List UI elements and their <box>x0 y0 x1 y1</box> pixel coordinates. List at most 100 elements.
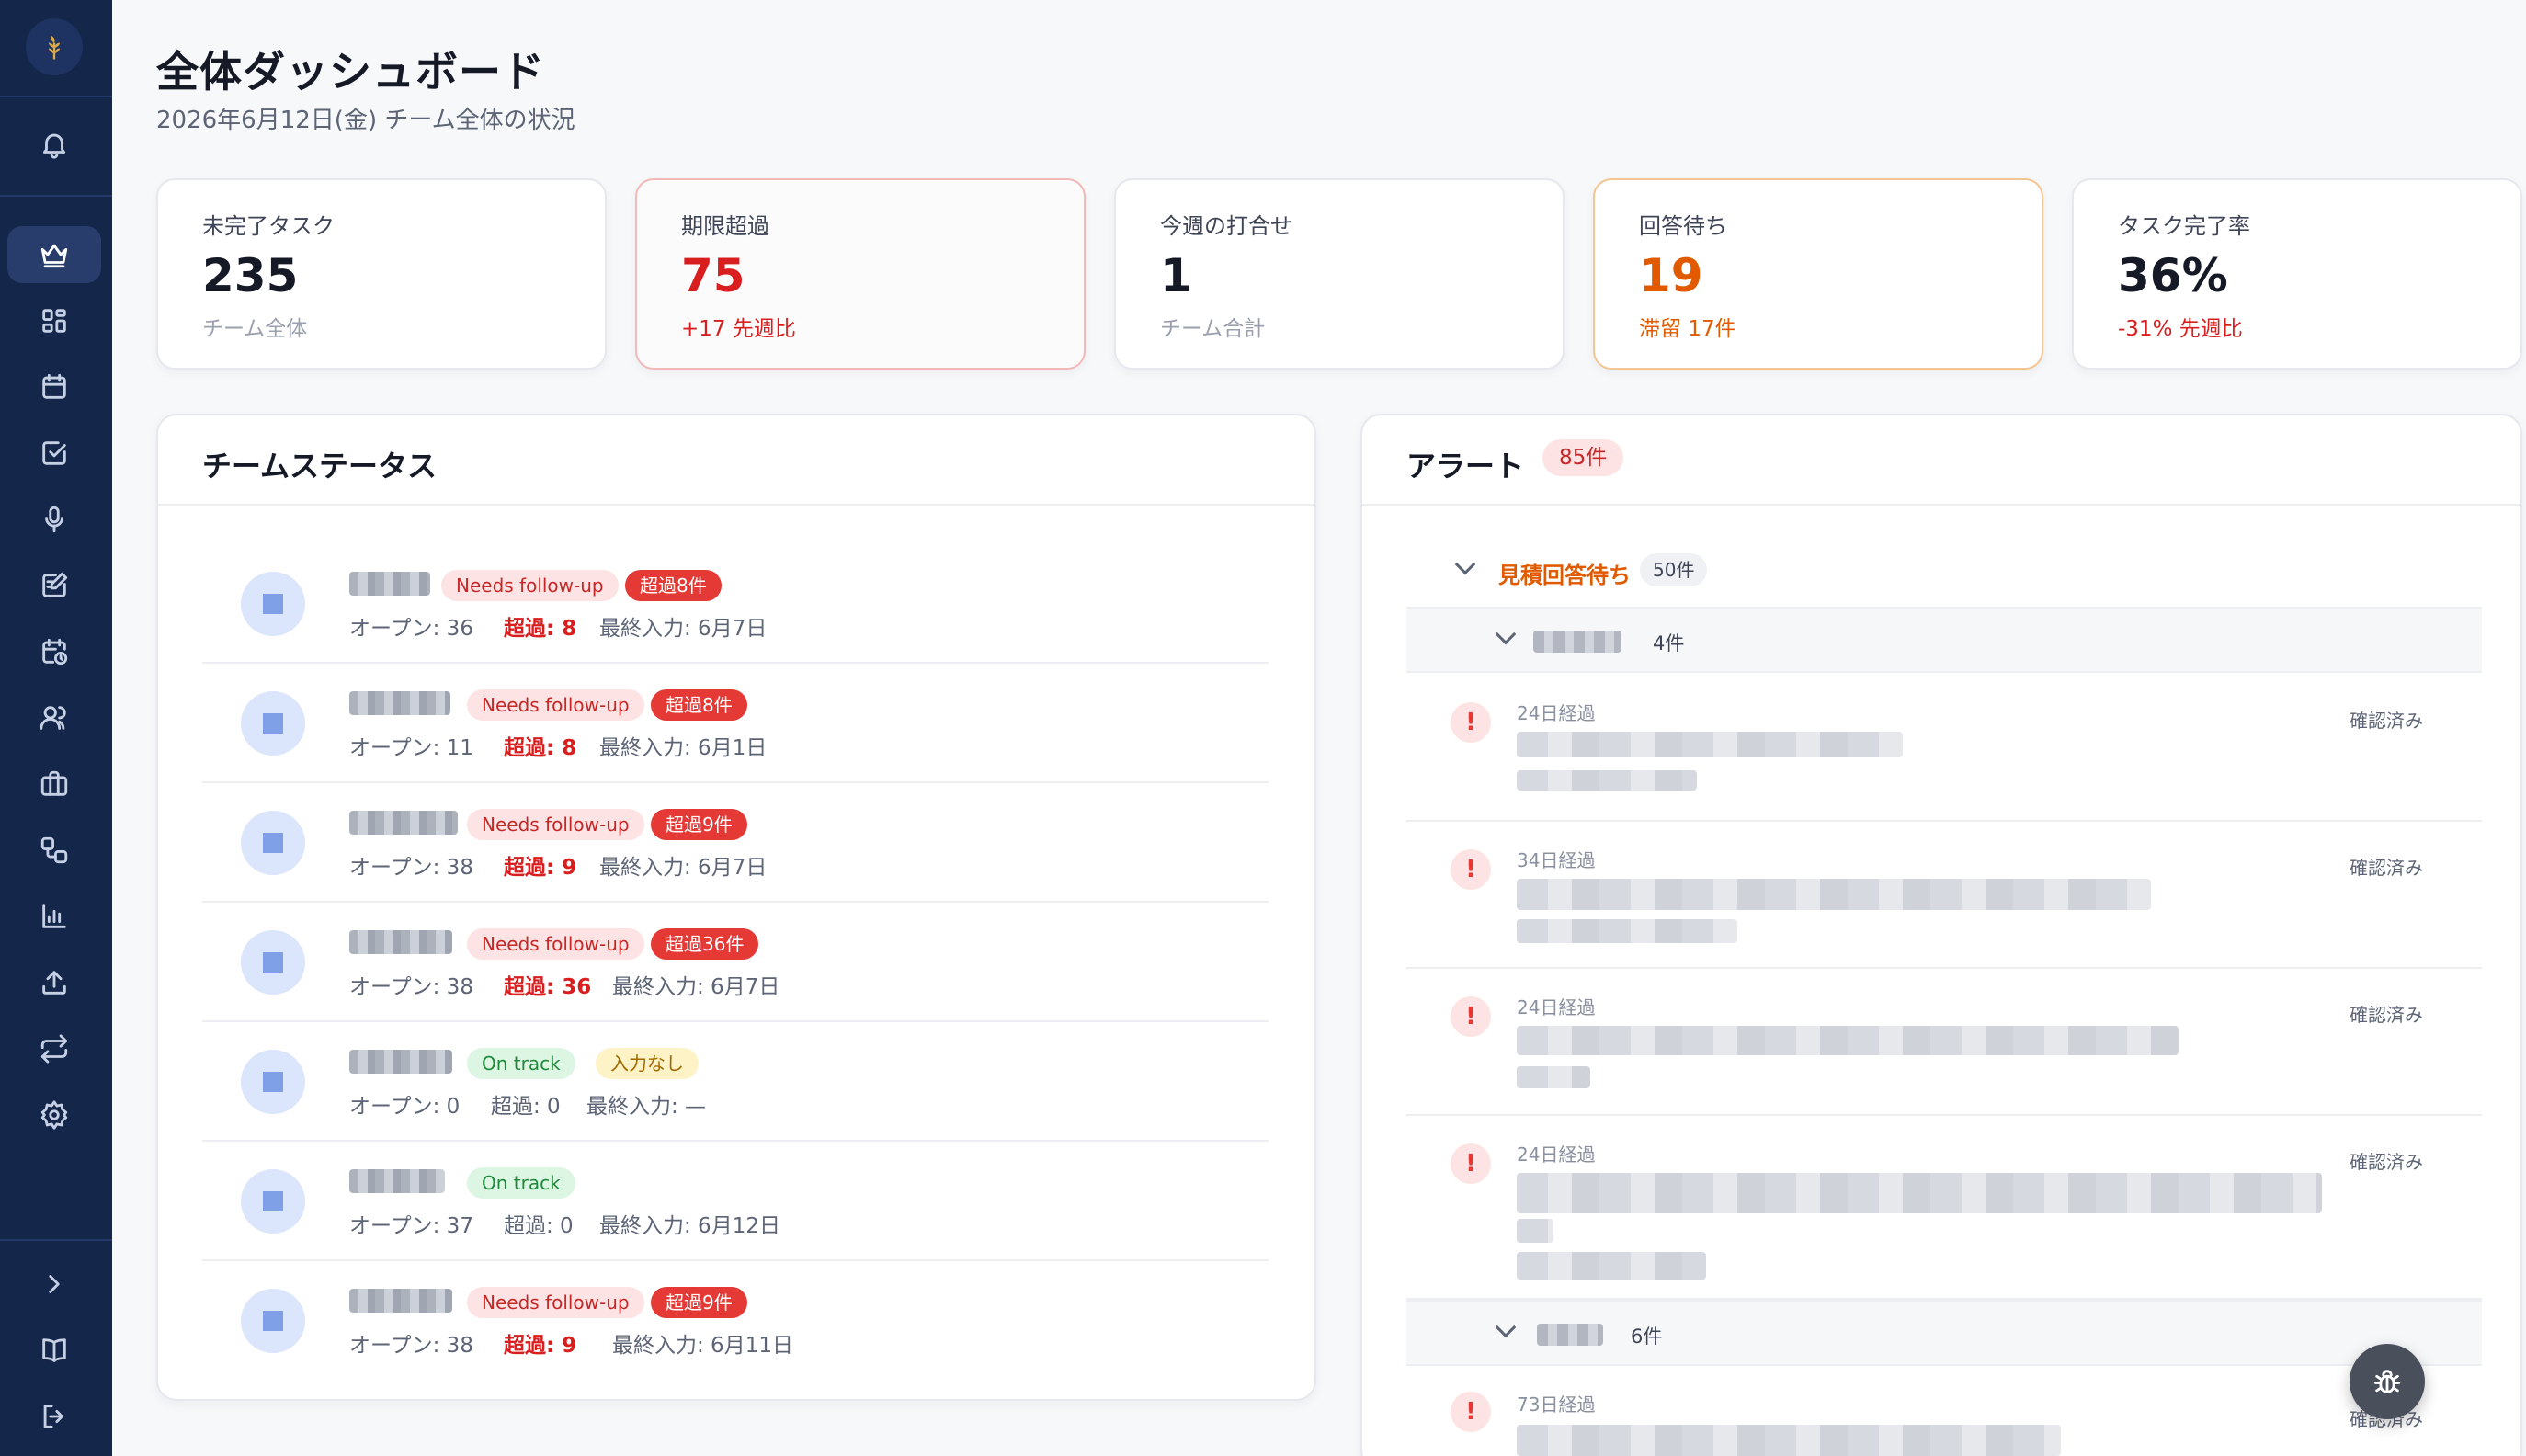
checkbox-icon <box>42 441 66 465</box>
calendar-icon <box>42 373 66 399</box>
last-input: 最終入力: 6月7日 <box>612 975 780 999</box>
stat-label: 今週の打合せ <box>1160 213 1292 239</box>
sidebar-item-dashboard[interactable] <box>7 226 101 283</box>
last-input: 最終入力: 6月12日 <box>599 1214 780 1238</box>
sidebar-item-team[interactable] <box>7 689 101 746</box>
subgroup-count: 6件 <box>1631 1325 1663 1348</box>
team-status-panel: チームステータス Needs follow-up 超過8件 オープン: 36 超… <box>156 414 1316 1401</box>
sidebar-item-calendar[interactable] <box>7 358 101 415</box>
subgroup-count: 4件 <box>1653 632 1685 654</box>
sidebar-item-upload[interactable] <box>7 954 101 1011</box>
team-member-row[interactable]: Needs follow-up 超過9件 オープン: 38 超過: 9 最終入力… <box>202 783 1269 903</box>
alert-group-title[interactable]: 見積回答待ち <box>1498 557 1631 589</box>
stat-value: 36% <box>2118 249 2228 302</box>
sidebar-item-workflow[interactable] <box>7 822 101 879</box>
app-logo[interactable] <box>26 18 83 75</box>
alert-subgroup-header[interactable]: 6件 <box>1406 1300 2482 1366</box>
open-count: オープン: 38 <box>349 856 473 880</box>
team-member-row[interactable]: Needs follow-up 超過9件 オープン: 38 超過: 9 最終入力… <box>202 1261 1269 1381</box>
alert-item[interactable]: ! 24日経過 確認済み <box>1406 675 2482 822</box>
open-count: オープン: 0 <box>349 1095 461 1119</box>
confirm-button[interactable]: 確認済み <box>2350 706 2423 733</box>
stat-value: 1 <box>1160 249 1192 302</box>
stat-card-meetings[interactable]: 今週の打合せ 1 チーム合計 <box>1114 178 1565 370</box>
calendar-clock-icon <box>42 638 68 665</box>
overdue-badge: 超過8件 <box>651 689 747 721</box>
confirm-button[interactable]: 確認済み <box>2350 853 2423 880</box>
overdue-badge: 超過36件 <box>651 928 759 960</box>
last-input: 最終入力: 6月7日 <box>599 856 768 880</box>
overdue-badge: 超過9件 <box>651 1287 747 1318</box>
alert-warning-icon: ! <box>1451 1143 1491 1184</box>
stat-value: 235 <box>202 249 299 302</box>
member-name-redacted <box>349 691 450 715</box>
briefcase-icon <box>40 770 68 796</box>
overdue-count: 超過: 9 <box>504 1334 577 1358</box>
alert-subgroup-header[interactable]: 4件 <box>1406 607 2482 673</box>
alert-item[interactable]: ! 73日経過 確認済み <box>1406 1368 2482 1456</box>
stat-sub: 滞留 17件 <box>1639 317 1736 341</box>
alert-count-badge: 85件 <box>1542 439 1624 476</box>
elapsed-days: 24日経過 <box>1517 1143 1596 1166</box>
sidebar-item-logout[interactable] <box>7 1388 101 1445</box>
logout-icon <box>43 1405 63 1428</box>
chevron-down-icon <box>1495 623 1517 645</box>
alert-text-redacted <box>1517 879 2151 910</box>
status-badge: On track <box>467 1048 575 1079</box>
last-input: 最終入力: 6月11日 <box>612 1334 793 1358</box>
settings-icon <box>40 1100 68 1130</box>
stat-card-open-tasks[interactable]: 未完了タスク 235 チーム全体 <box>156 178 607 370</box>
team-member-row[interactable]: On track オープン: 37 超過: 0 最終入力: 6月12日 <box>202 1142 1269 1261</box>
wheat-logo-icon <box>49 36 60 60</box>
stat-card-completion-rate[interactable]: タスク完了率 36% -31% 先週比 <box>2072 178 2522 370</box>
bug-report-button[interactable] <box>2350 1344 2425 1419</box>
team-member-row[interactable]: On track 入力なし オープン: 0 超過: 0 最終入力: — <box>202 1022 1269 1142</box>
page-title: 全体ダッシュボード <box>156 47 545 97</box>
alert-item[interactable]: ! 34日経過 確認済み <box>1406 822 2482 969</box>
sidebar-item-notes[interactable] <box>7 557 101 614</box>
sidebar-item-notifications[interactable] <box>7 116 101 173</box>
sidebar-divider <box>0 195 112 197</box>
alert-item[interactable]: ! 24日経過 確認済み <box>1406 969 2482 1116</box>
sidebar-item-tasks[interactable] <box>7 425 101 482</box>
last-input: 最終入力: — <box>586 1095 707 1119</box>
sidebar-item-guide[interactable] <box>7 1322 101 1379</box>
stat-label: タスク完了率 <box>2118 213 2250 239</box>
team-member-row[interactable]: Needs follow-up 超過8件 オープン: 11 超過: 8 最終入力… <box>202 664 1269 783</box>
overdue-badge: 超過9件 <box>651 809 747 840</box>
alert-text-redacted <box>1517 1066 1590 1088</box>
alert-warning-icon: ! <box>1451 1392 1491 1432</box>
sidebar-divider <box>0 96 112 97</box>
panel-title: アラート <box>1406 449 1525 483</box>
status-badge: On track <box>467 1167 575 1199</box>
sidebar-item-reports[interactable] <box>7 888 101 945</box>
last-input: 最終入力: 6月7日 <box>599 617 768 641</box>
avatar <box>241 691 305 756</box>
panel-divider <box>1362 504 2520 506</box>
sidebar-item-apps[interactable] <box>7 292 101 349</box>
sidebar-item-sync[interactable] <box>7 1020 101 1077</box>
stat-card-awaiting-reply[interactable]: 回答待ち 19 滞留 17件 <box>1593 178 2043 370</box>
no-input-badge: 入力なし <box>596 1048 699 1079</box>
confirm-button[interactable]: 確認済み <box>2350 1147 2423 1174</box>
alert-text-redacted <box>1517 770 1697 791</box>
overdue-count: 超過: 36 <box>504 975 592 999</box>
crown-icon <box>40 244 68 268</box>
stat-card-overdue[interactable]: 期限超過 75 +17 先週比 <box>635 178 1086 370</box>
elapsed-days: 24日経過 <box>1517 702 1596 724</box>
alert-text-redacted <box>1517 1026 2179 1055</box>
sidebar-item-settings[interactable] <box>7 1086 101 1143</box>
avatar <box>241 1050 305 1114</box>
chevron-down-icon <box>1495 1316 1517 1338</box>
alert-item[interactable]: ! 24日経過 確認済み <box>1406 1116 2482 1300</box>
elapsed-days: 24日経過 <box>1517 996 1596 1018</box>
sidebar-item-schedule[interactable] <box>7 623 101 680</box>
team-member-row[interactable]: Needs follow-up 超過8件 オープン: 36 超過: 8 最終入力… <box>202 544 1269 664</box>
sidebar-expand-button[interactable] <box>7 1256 101 1313</box>
sidebar-item-projects[interactable] <box>7 756 101 813</box>
panel-title: チームステータス <box>202 449 438 483</box>
team-member-row[interactable]: Needs follow-up 超過36件 オープン: 38 超過: 36 最終… <box>202 903 1269 1022</box>
confirm-button[interactable]: 確認済み <box>2350 1000 2423 1027</box>
sidebar-item-recording[interactable] <box>7 491 101 548</box>
member-name-redacted <box>349 1169 445 1193</box>
